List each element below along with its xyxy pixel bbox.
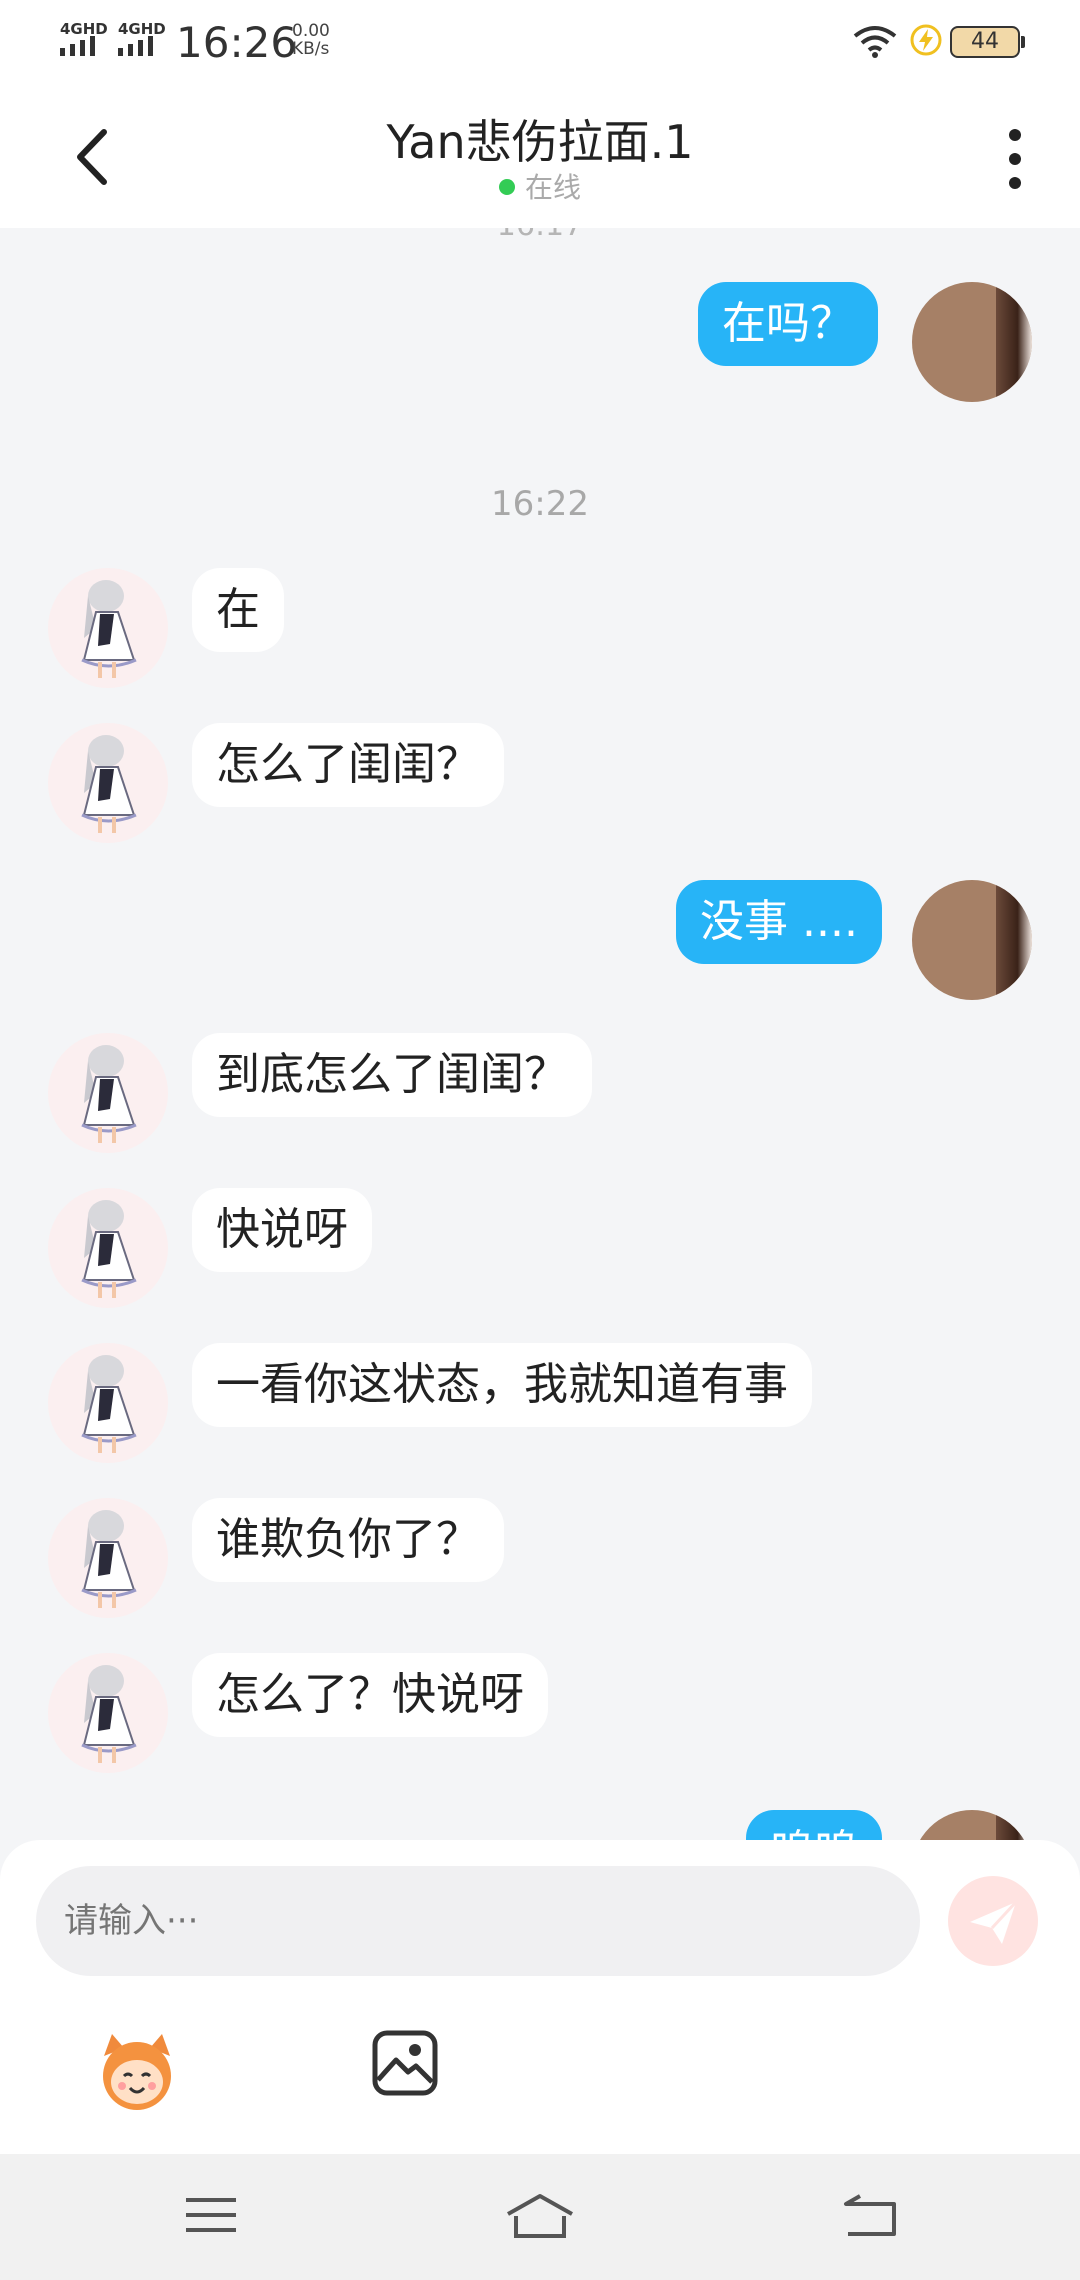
message-bubble-incoming[interactable]: 在 <box>192 568 284 652</box>
message-bubble-outgoing[interactable]: 呜呜 <box>746 1810 882 1840</box>
message-list[interactable]: 16:17 在吗？ 16:22 在 怎么了闺闺？ 没事 .... <box>0 228 1080 1840</box>
message-bubble-incoming[interactable]: 怎么了？快说呀 <box>192 1653 548 1737</box>
status-bar: 4GHD 4GHD 16:26 0.00 KB/s 44 <box>0 0 1080 82</box>
message-bubble-incoming[interactable]: 快说呀 <box>192 1188 372 1272</box>
my-avatar[interactable] <box>912 282 1032 402</box>
chat-header: Yan悲伤拉面.1 在线 <box>0 82 1080 228</box>
online-dot-icon <box>498 179 515 195</box>
network-speed-unit: KB/s <box>292 39 330 59</box>
message-bubble-incoming[interactable]: 怎么了闺闺？ <box>192 723 504 807</box>
anime-girl-avatar-image <box>81 580 137 678</box>
message-bubble-incoming[interactable]: 谁欺负你了？ <box>192 1498 504 1582</box>
network-speed: 0.00 KB/s <box>292 22 330 58</box>
my-avatar[interactable] <box>912 880 1032 1000</box>
wifi-icon <box>853 26 897 58</box>
send-icon <box>970 1900 1018 1944</box>
anime-girl-avatar-image <box>81 1200 137 1298</box>
contact-avatar[interactable] <box>48 568 168 688</box>
message-bubble-outgoing[interactable]: 没事 .... <box>676 880 882 964</box>
network-speed-value: 0.00 <box>292 21 330 41</box>
online-status-label: 在线 <box>524 171 581 204</box>
message-bubble-incoming[interactable]: 一看你这状态，我就知道有事 <box>192 1343 812 1427</box>
contact-avatar[interactable] <box>48 1188 168 1308</box>
timestamp: 16:17 <box>0 228 1080 243</box>
anime-girl-avatar-image <box>81 1665 137 1763</box>
system-navigation-bar <box>0 2154 1080 2280</box>
chat-title: Yan悲伤拉面.1 <box>386 115 694 169</box>
contact-avatar[interactable] <box>48 723 168 843</box>
signal-icon-1 <box>60 36 95 56</box>
image-icon[interactable] <box>370 2028 440 2098</box>
anime-girl-avatar-image <box>81 1355 137 1453</box>
timestamp: 16:22 <box>491 484 589 524</box>
anime-girl-avatar-image <box>81 735 137 833</box>
battery-indicator: 44 <box>950 26 1025 58</box>
contact-avatar[interactable] <box>48 1343 168 1463</box>
send-button[interactable] <box>948 1876 1038 1966</box>
online-status: 在线 <box>0 166 1080 206</box>
contact-avatar[interactable] <box>48 1033 168 1153</box>
anime-girl-avatar-image <box>81 1510 137 1608</box>
message-input[interactable] <box>36 1866 920 1976</box>
home-icon[interactable] <box>504 2192 576 2240</box>
message-bubble-outgoing[interactable]: 在吗？ <box>698 282 878 366</box>
anime-girl-avatar-image <box>81 1045 137 1143</box>
back-nav-icon[interactable] <box>842 2192 896 2238</box>
contact-avatar[interactable] <box>48 1653 168 1773</box>
message-bubble-incoming[interactable]: 到底怎么了闺闺？ <box>192 1033 592 1117</box>
my-avatar[interactable] <box>912 1810 1032 1840</box>
signal-icon-2 <box>118 36 153 56</box>
composer-panel <box>0 1840 1080 2154</box>
clock: 16:26 <box>176 18 298 67</box>
contact-avatar[interactable] <box>48 1498 168 1618</box>
emoji-icon[interactable] <box>92 2026 182 2116</box>
charging-icon <box>910 24 942 56</box>
more-vertical-icon[interactable] <box>1000 126 1030 192</box>
menu-icon[interactable] <box>184 2192 238 2238</box>
